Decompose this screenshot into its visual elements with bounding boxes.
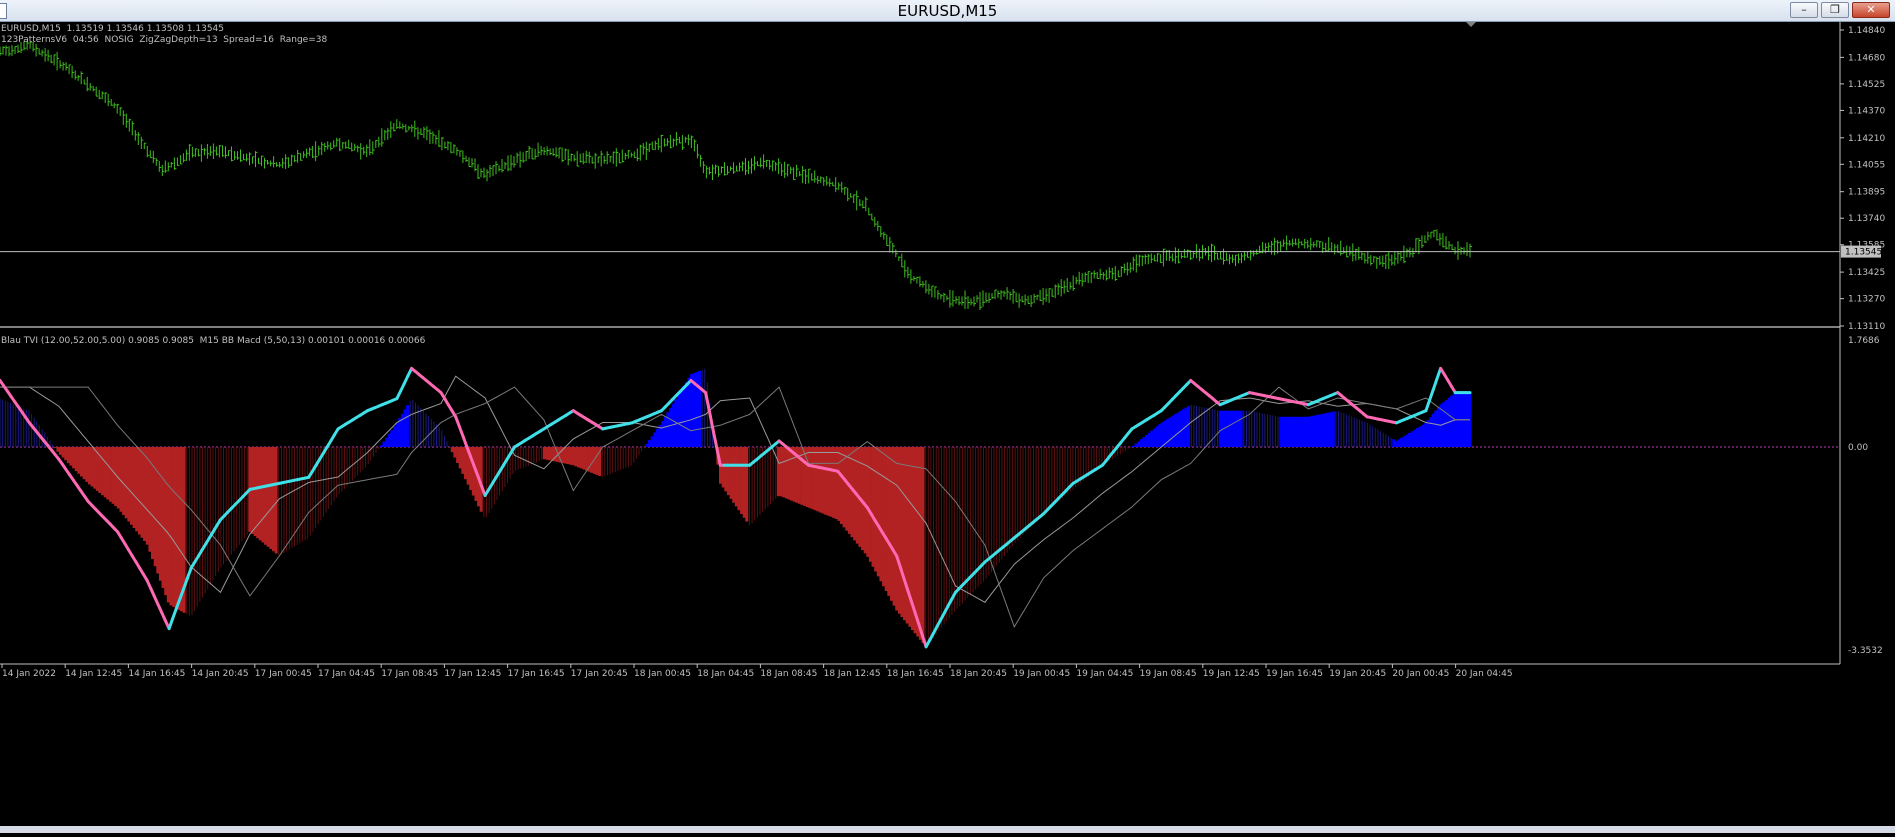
window-titlebar[interactable]: EURUSD,M15 – ❐ ✕ bbox=[0, 0, 1895, 22]
time-tick-label: 19 Jan 08:45 bbox=[1140, 669, 1197, 679]
time-tick-label: 17 Jan 12:45 bbox=[444, 669, 501, 679]
time-tick-label: 18 Jan 20:45 bbox=[950, 669, 1007, 679]
time-tick-label: 19 Jan 16:45 bbox=[1266, 669, 1323, 679]
price-tick-label: 1.14370 bbox=[1848, 106, 1885, 116]
time-tick-label: 18 Jan 16:45 bbox=[887, 669, 944, 679]
price-tick-label: 1.13425 bbox=[1848, 268, 1885, 278]
price-tick-label: 1.13270 bbox=[1848, 295, 1885, 305]
time-tick-label: 19 Jan 00:45 bbox=[1013, 669, 1070, 679]
price-tick-label: 1.13740 bbox=[1848, 214, 1885, 224]
minimize-button[interactable]: – bbox=[1790, 2, 1818, 18]
status-strip bbox=[0, 826, 1895, 833]
window-title: EURUSD,M15 bbox=[897, 2, 998, 20]
price-tick-label: 1.14840 bbox=[1848, 26, 1885, 36]
indicator-scale-label: 1.7686 bbox=[1848, 336, 1880, 346]
time-tick-label: 18 Jan 12:45 bbox=[824, 669, 881, 679]
time-tick-label: 14 Jan 16:45 bbox=[128, 669, 185, 679]
current-price-label: 1.13545 bbox=[1845, 248, 1882, 258]
time-tick-label: 19 Jan 12:45 bbox=[1203, 669, 1260, 679]
time-tick-label: 20 Jan 04:45 bbox=[1456, 669, 1513, 679]
chart-area[interactable]: 1.14840 1.14680 1.14525 1.14370 1.14210 1.140… bbox=[0, 22, 1895, 833]
close-icon: ✕ bbox=[1866, 3, 1876, 16]
time-tick-label: 19 Jan 04:45 bbox=[1076, 669, 1133, 679]
close-button[interactable]: ✕ bbox=[1852, 2, 1890, 18]
chart-canvas[interactable]: 1.14840 1.14680 1.14525 1.14370 1.14210 1.140… bbox=[0, 22, 1895, 833]
time-tick-label: 17 Jan 04:45 bbox=[318, 669, 375, 679]
time-tick-label: 20 Jan 00:45 bbox=[1392, 669, 1449, 679]
time-tick-label: 18 Jan 08:45 bbox=[760, 669, 817, 679]
price-tick-label: 1.14525 bbox=[1848, 80, 1885, 90]
time-tick-label: 14 Jan 2022 bbox=[2, 669, 56, 679]
price-tick-label: 1.13895 bbox=[1848, 188, 1885, 198]
price-tick-label: 1.13110 bbox=[1848, 322, 1885, 332]
restore-icon: ❐ bbox=[1830, 3, 1840, 16]
price-tick-label: 1.14210 bbox=[1848, 134, 1885, 144]
restore-button[interactable]: ❐ bbox=[1821, 2, 1849, 18]
price-tick-label: 1.14055 bbox=[1848, 160, 1885, 170]
time-tick-label: 18 Jan 04:45 bbox=[697, 669, 754, 679]
time-tick-label: 17 Jan 20:45 bbox=[571, 669, 628, 679]
time-tick-label: 19 Jan 20:45 bbox=[1329, 669, 1386, 679]
time-tick-label: 17 Jan 00:45 bbox=[255, 669, 312, 679]
time-tick-label: 14 Jan 12:45 bbox=[65, 669, 122, 679]
time-tick-label: 17 Jan 16:45 bbox=[508, 669, 565, 679]
indicator-scale-label: -3.3532 bbox=[1848, 646, 1883, 656]
time-tick-label: 14 Jan 20:45 bbox=[192, 669, 249, 679]
indicator-scale-label: 0.00 bbox=[1848, 443, 1868, 453]
minimize-icon: – bbox=[1801, 3, 1807, 16]
main-info-line2: 123PatternsV6 04:56 NOSIG ZigZagDepth=13… bbox=[1, 35, 328, 45]
main-info-line1: EURUSD,M15 1.13519 1.13546 1.13508 1.135… bbox=[1, 24, 225, 34]
indicator-info-line: Blau TVI (12.00,52.00,5.00) 0.9085 0.908… bbox=[1, 336, 426, 346]
time-tick-label: 17 Jan 08:45 bbox=[381, 669, 438, 679]
time-tick-label: 18 Jan 00:45 bbox=[634, 669, 691, 679]
price-tick-label: 1.14680 bbox=[1848, 53, 1885, 63]
